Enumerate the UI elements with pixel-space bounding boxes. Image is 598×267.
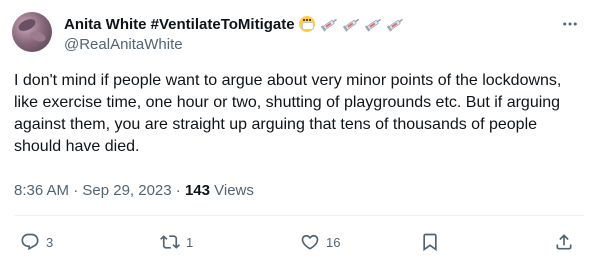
retweet-icon <box>160 235 180 249</box>
heart-icon <box>301 234 319 250</box>
reply-button[interactable]: 3 <box>20 228 53 256</box>
author-handle[interactable]: @RealAnitaWhite <box>64 36 183 53</box>
views-count: 143 <box>184 182 210 199</box>
tweet-meta: 8:36 AM · Sep 29, 2023 · 143 Views <box>14 182 254 199</box>
share-button[interactable] <box>554 228 574 256</box>
more-dots-icon <box>563 22 577 26</box>
author-name-row[interactable]: Anita White #VentilateToMitigate <box>64 14 406 34</box>
retweet-count: 1 <box>186 234 194 250</box>
views-label: Views <box>209 182 254 199</box>
syringe-icon <box>342 18 359 32</box>
bookmark-button[interactable] <box>420 228 440 256</box>
tweet-text: I don't mind if people want to argue abo… <box>14 72 562 155</box>
retweet-button[interactable]: 1 <box>160 228 193 256</box>
syringe-icon <box>320 18 337 32</box>
face-with-medical-mask-icon <box>298 16 315 32</box>
bookmark-icon <box>423 233 437 252</box>
more-options-button[interactable] <box>558 14 582 34</box>
avatar[interactable] <box>12 12 52 52</box>
reply-count: 3 <box>46 234 54 250</box>
like-button[interactable]: 16 <box>300 228 340 256</box>
name-emojis <box>298 16 406 32</box>
reply-icon <box>21 233 39 251</box>
action-bar: 3 1 16 <box>14 228 584 256</box>
author-display-name[interactable]: Anita White #VentilateToMitigate <box>64 16 295 33</box>
divider <box>14 215 584 216</box>
syringe-icon <box>386 18 403 32</box>
like-count: 16 <box>326 234 341 250</box>
syringe-icon <box>364 18 381 32</box>
share-icon <box>556 234 572 250</box>
tweet-timestamp[interactable]: 8:36 AM · Sep 29, 2023 · <box>14 182 185 199</box>
